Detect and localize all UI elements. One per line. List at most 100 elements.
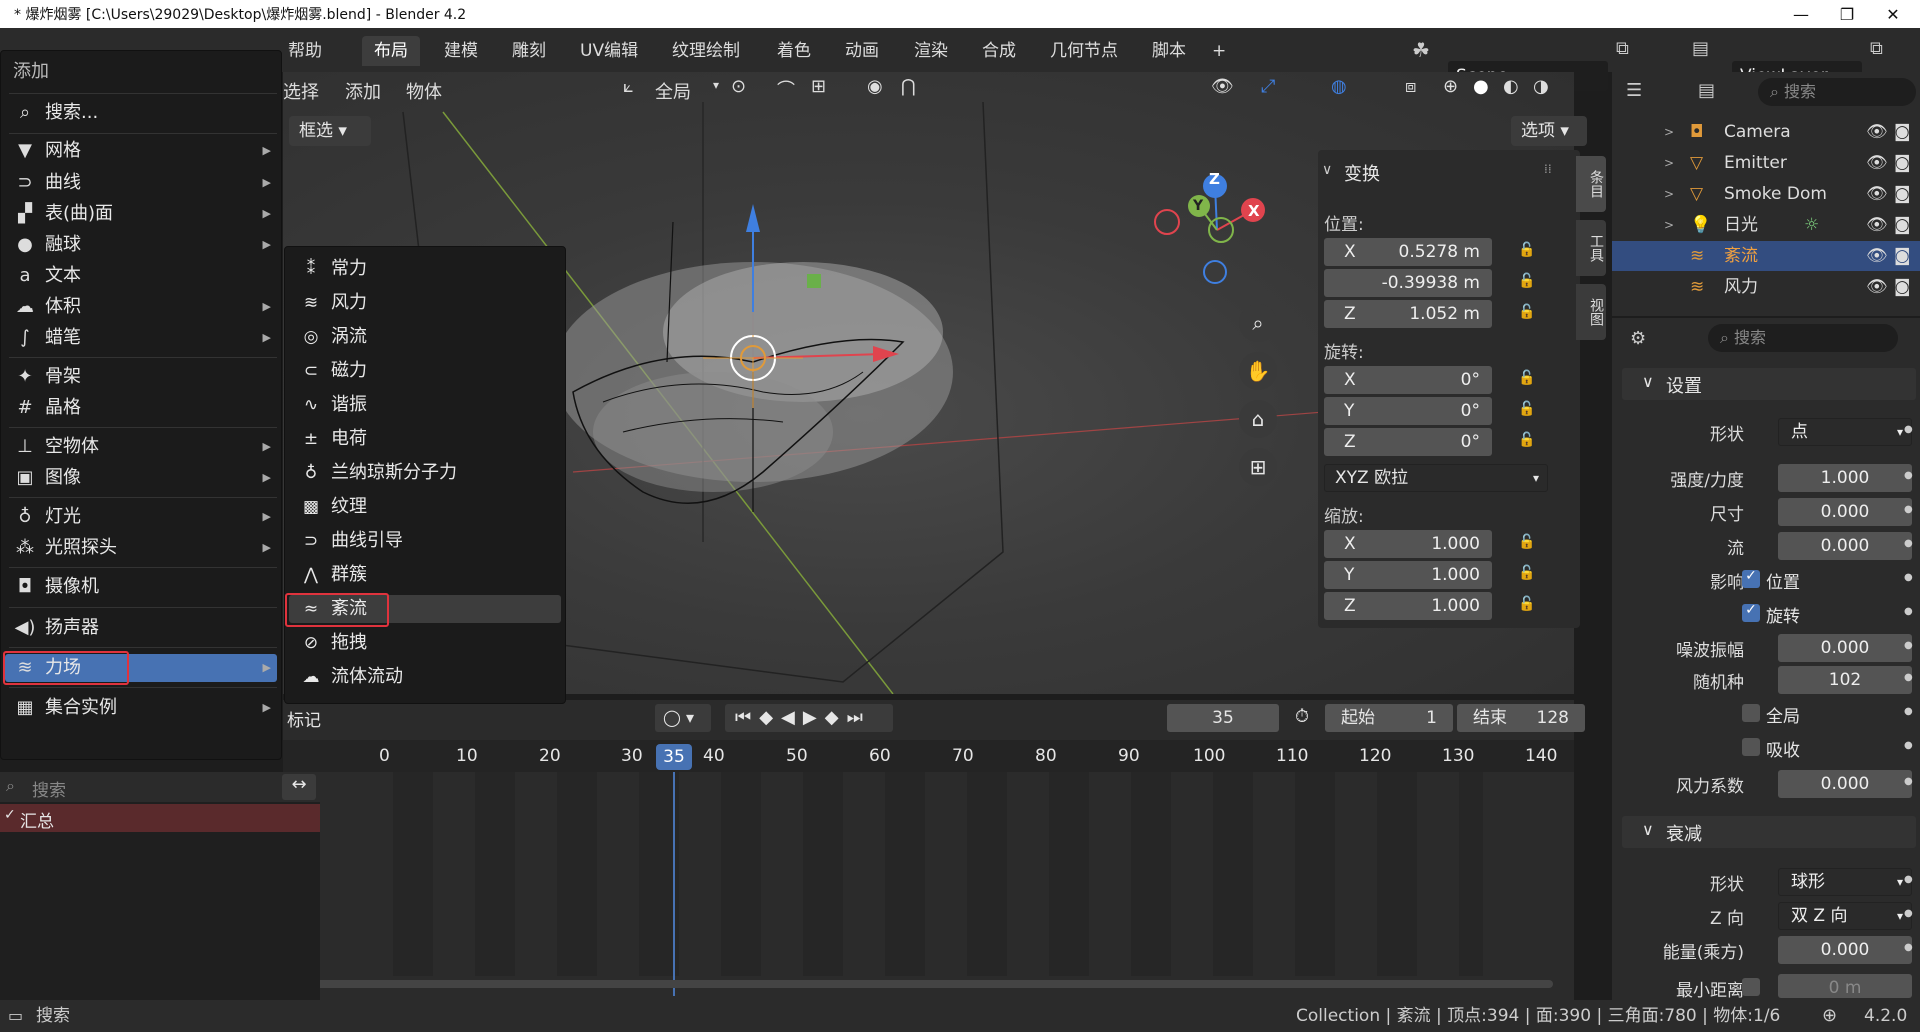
render-camera-icon[interactable]: ◙ [1894, 241, 1911, 271]
force-item-lennard-jones[interactable]: ♁ 兰纳琼斯分子力 [299, 459, 561, 487]
jump-start-icon[interactable]: ⏮ [735, 707, 759, 728]
force-item-wind[interactable]: ≋ 风力 [299, 289, 561, 317]
add-menu-item-image[interactable]: ▣ 图像 ▶ [13, 464, 277, 492]
menu-add[interactable]: 添加 [345, 78, 381, 104]
keyframe-dot-icon[interactable]: ● [1904, 470, 1913, 481]
lock-icon[interactable]: 🔓 [1518, 596, 1538, 616]
tab-render[interactable]: 渲染 [902, 36, 960, 66]
swap-arrows-icon[interactable]: ↔ [282, 774, 316, 800]
rendered-shading-icon[interactable]: ◑ [1533, 76, 1549, 97]
force-item-vortex[interactable]: ◎ 涡流 [299, 323, 561, 351]
chevron-right-icon[interactable]: > [1664, 148, 1674, 178]
keyframe-dot-icon[interactable]: ● [1904, 504, 1913, 515]
playhead-line[interactable] [673, 772, 675, 996]
play-icon[interactable]: ▶ [803, 707, 825, 728]
chevron-right-icon[interactable]: > [1664, 210, 1674, 240]
add-menu-item-text[interactable]: a 文本 [13, 262, 277, 290]
tab-item[interactable]: 条目 [1576, 156, 1606, 212]
summary-channel[interactable]: ✓ 汇总 [0, 804, 320, 832]
min-distance-field[interactable]: 0 m [1778, 974, 1912, 998]
add-menu-item-empty[interactable]: ⊥ 空物体 ▶ [13, 433, 277, 461]
tab-animation[interactable]: 动画 [833, 36, 891, 66]
tab-compositing[interactable]: 合成 [970, 36, 1028, 66]
search-icon[interactable]: ▭ [8, 1000, 23, 1032]
add-menu-item-camera[interactable]: ◘ 摄像机 [13, 573, 277, 601]
perspective-grid-icon[interactable]: ⊞ [1239, 448, 1277, 486]
new-scene-icon[interactable]: ⧉ [1616, 38, 1629, 59]
scale-y-field[interactable]: Y 1.000 [1324, 561, 1492, 589]
keyframe-dot-icon[interactable]: ● [1904, 572, 1913, 583]
lock-icon[interactable]: 🔓 [1518, 565, 1538, 585]
options-dropdown[interactable]: 选项 ▾ [1511, 116, 1587, 146]
eye-icon[interactable]: 👁 [1866, 241, 1888, 271]
zoom-icon[interactable]: ⌕ [1239, 304, 1277, 342]
camera-view-icon[interactable]: ⌂ [1239, 400, 1277, 438]
rotation-mode-dropdown[interactable]: XYZ 欧拉 ▾ [1324, 464, 1548, 492]
keyframe-area[interactable] [393, 772, 1483, 976]
size-field[interactable]: 0.000 [1778, 498, 1912, 526]
lock-icon[interactable]: 🔓 [1518, 370, 1538, 390]
eye-icon[interactable]: 👁 [1866, 210, 1888, 240]
z-direction-dropdown[interactable]: 双 Z 向 ▾ [1778, 902, 1912, 930]
chevron-down-icon[interactable]: ∨ [1322, 162, 1332, 178]
xray-icon[interactable]: ⧈ [1405, 76, 1416, 97]
absorption-checkbox[interactable] [1742, 738, 1760, 756]
render-camera-icon[interactable]: ◙ [1894, 179, 1911, 209]
tab-sculpt[interactable]: 雕刻 [500, 36, 558, 66]
tab-geometry-nodes[interactable]: 几何节点 [1038, 36, 1130, 66]
keyframe-dot-icon[interactable]: ● [1904, 942, 1913, 953]
play-reverse-icon[interactable]: ◀ [781, 707, 803, 728]
render-camera-icon[interactable]: ◙ [1894, 117, 1911, 147]
power-field[interactable]: 0.000 [1778, 936, 1912, 964]
keyframe-dot-icon[interactable]: ● [1904, 424, 1913, 435]
render-camera-icon[interactable]: ◙ [1894, 210, 1911, 240]
seed-field[interactable]: 102 [1778, 666, 1912, 694]
force-item-texture[interactable]: ▩ 纹理 [299, 493, 561, 521]
rotation-x-field[interactable]: X 0° [1324, 366, 1492, 394]
min-distance-checkbox[interactable] [1742, 978, 1760, 996]
noise-field[interactable]: 0.000 [1778, 634, 1912, 662]
falloff-shape-dropdown[interactable]: 球形 ▾ [1778, 868, 1912, 896]
add-menu-item-surface[interactable]: ▞ 表(曲)面 ▶ [13, 200, 277, 228]
force-item-charge[interactable]: ± 电荷 [299, 425, 561, 453]
properties-editor-icon[interactable]: ⚙ [1630, 328, 1646, 349]
jump-end-icon[interactable]: ⏭ [847, 707, 871, 728]
shape-dropdown[interactable]: 点 ▾ [1778, 418, 1912, 446]
eye-icon[interactable]: 👁 [1866, 272, 1888, 302]
snap-icon[interactable]: ⌒ [777, 76, 795, 102]
add-menu-item-metaball[interactable]: ● 融球 ▶ [13, 231, 277, 259]
force-item-curve-guide[interactable]: ⊃ 曲线引导 [299, 527, 561, 555]
add-menu-item-volume[interactable]: ☁ 体积 ▶ [13, 293, 277, 321]
outliner-row-turbulence[interactable]: ≋ 紊流 👁 ◙ [1612, 241, 1920, 271]
properties-search-input[interactable]: ⌕ 搜索 [1708, 324, 1898, 352]
keyframe-dot-icon[interactable]: ● [1904, 908, 1913, 919]
rotation-y-field[interactable]: Y 0° [1324, 397, 1492, 425]
timeline-marker-menu[interactable]: 标记 [287, 706, 321, 731]
proportional-edit-icon[interactable]: ◉ [867, 76, 883, 97]
settings-panel-header[interactable]: ∨ 设置 [1622, 368, 1916, 400]
outliner-row-wind[interactable]: ≋ 风力 👁 ◙ [1612, 272, 1920, 302]
render-camera-icon[interactable]: ◙ [1894, 148, 1911, 178]
new-view-layer-icon[interactable]: ⧉ [1870, 38, 1883, 59]
add-menu-item-mesh[interactable]: ▼ 网格 ▶ [13, 137, 277, 165]
drag-handle-icon[interactable]: ⁞⁞ [1544, 162, 1552, 176]
wireframe-shading-icon[interactable]: ⊕ [1443, 76, 1458, 97]
minimize-button[interactable]: — [1778, 0, 1824, 28]
frame-ruler[interactable]: 0 10 20 30 35 40 50 60 70 80 90 100 110 … [283, 740, 1574, 772]
scale-z-field[interactable]: Z 1.000 [1324, 592, 1492, 620]
falloff-icon[interactable]: ⋂ [901, 76, 916, 97]
overlay-icon[interactable]: ◍ [1331, 76, 1347, 97]
tab-scripting[interactable]: 脚本 [1140, 36, 1198, 66]
force-item-harmonic[interactable]: ∿ 谐振 [299, 391, 561, 419]
keyframe-dot-icon[interactable]: ● [1904, 538, 1913, 549]
lock-icon[interactable]: 🔓 [1518, 401, 1538, 421]
strength-field[interactable]: 1.000 [1778, 464, 1912, 492]
tab-view[interactable]: 视图 [1576, 284, 1606, 340]
display-mode-icon[interactable]: ▤ [1698, 80, 1715, 101]
eye-icon[interactable]: 👁 [1866, 117, 1888, 147]
force-item-drag[interactable]: ⊘ 拖拽 [299, 629, 561, 657]
rotation-z-field[interactable]: Z 0° [1324, 428, 1492, 456]
add-workspace-button[interactable]: + [1200, 36, 1238, 66]
tab-tool[interactable]: 工具 [1576, 220, 1606, 276]
tab-uv[interactable]: UV编辑 [568, 36, 650, 66]
